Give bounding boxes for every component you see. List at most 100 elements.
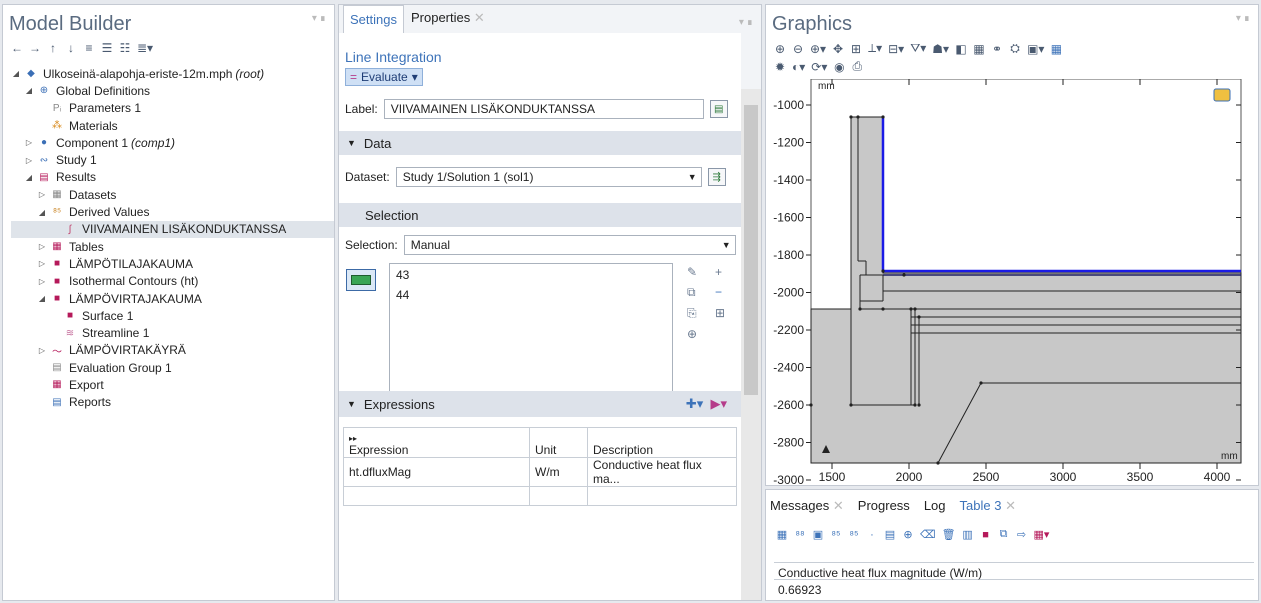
close-icon[interactable]: ✕ bbox=[1005, 498, 1016, 513]
table-icon[interactable]: ▤ bbox=[884, 528, 896, 541]
collapse-icon[interactable]: ☰ bbox=[101, 41, 113, 55]
tree-item[interactable]: ▷ ● Component 1 (comp1) bbox=[11, 134, 334, 151]
unit-cell[interactable]: W/m bbox=[529, 457, 588, 487]
tree-item[interactable]: ◢ ⁸⁵ Derived Values bbox=[11, 203, 334, 220]
zoom-box-icon[interactable]: ⊕▾ bbox=[810, 42, 826, 56]
table-value-cell[interactable]: 0.66923 bbox=[778, 583, 821, 597]
selection-mode-icon[interactable]: ☗▾ bbox=[932, 42, 949, 56]
dataset-select[interactable]: Study 1/Solution 1 (sol1) ▼ bbox=[395, 167, 702, 187]
tab-table-3[interactable]: Table 3 ✕ bbox=[960, 498, 1016, 514]
replace-expression-icon[interactable]: ▶▾ bbox=[710, 396, 727, 411]
view-menu-icon[interactable]: ≣▾ bbox=[137, 41, 153, 55]
light-icon[interactable]: ⛭ bbox=[1009, 41, 1021, 56]
close-icon[interactable]: ✕ bbox=[474, 10, 485, 25]
axis-orientation-icon[interactable]: ⟂▾ bbox=[868, 41, 882, 56]
plot-icon[interactable]: ■ bbox=[980, 529, 992, 541]
tree-item[interactable]: Pᵢ Parameters 1 bbox=[11, 100, 334, 117]
selection-section-header[interactable]: Selection bbox=[339, 203, 741, 227]
panel-pin-icon[interactable]: ▾ ∎ bbox=[312, 13, 326, 24]
expression-cell[interactable]: ht.dfluxMag bbox=[343, 457, 530, 487]
graph-icon[interactable]: ▥ bbox=[962, 528, 974, 541]
data-section-header[interactable]: ▼ Data bbox=[339, 131, 741, 155]
panel-pin-icon[interactable]: ▾ ∎ bbox=[739, 17, 753, 28]
go-to-source-icon[interactable]: ⇶ bbox=[707, 168, 726, 186]
tab-messages[interactable]: Messages ✕ bbox=[770, 498, 844, 514]
global-icon[interactable]: ⊕ bbox=[902, 528, 914, 541]
collapsed-arrow-icon[interactable]: ▷ bbox=[24, 156, 34, 165]
delete-icon[interactable]: 🗑 bbox=[942, 528, 956, 541]
tree-item[interactable]: ▦ Export bbox=[11, 376, 334, 393]
create-selection-icon[interactable]: ⊞ bbox=[715, 306, 735, 321]
show-all-icon[interactable]: ▦ bbox=[973, 42, 985, 56]
select-objects-icon[interactable]: ⛛▾ bbox=[910, 41, 926, 56]
evaluate-button[interactable]: = Evaluate ▾ bbox=[345, 68, 423, 86]
select-box-icon[interactable]: ⊟▾ bbox=[888, 42, 904, 56]
zoom-to-selection-icon[interactable]: ⊕ bbox=[687, 327, 707, 341]
empty-cell[interactable] bbox=[529, 486, 588, 506]
tab-log[interactable]: Log bbox=[924, 498, 946, 514]
description-cell[interactable]: Conductive heat flux ma... bbox=[587, 457, 737, 487]
print-icon[interactable]: ⎙ bbox=[851, 59, 863, 74]
selection-list-item[interactable]: 43 bbox=[396, 268, 666, 288]
expanded-arrow-icon[interactable]: ◢ bbox=[37, 208, 47, 217]
edit-node-icon[interactable]: ▤ bbox=[709, 100, 728, 118]
settings-scrollbar[interactable] bbox=[741, 89, 761, 600]
expanded-arrow-icon[interactable]: ◢ bbox=[24, 173, 34, 182]
collapsed-arrow-icon[interactable]: ▷ bbox=[37, 277, 47, 286]
paste-icon[interactable]: ✎ bbox=[687, 265, 707, 279]
tree-item[interactable]: ▷ 〜 LÄMPÖVIRTAKÄYRÄ bbox=[11, 342, 334, 359]
tree-item[interactable]: ▷ ∾ Study 1 bbox=[11, 151, 334, 168]
table-row[interactable]: ht.dfluxMag W/m Conductive heat flux ma... bbox=[343, 457, 737, 487]
graphics-canvas[interactable]: mmmm-1000-1200-1400-1600-1800-2000-2200-… bbox=[766, 79, 1258, 486]
decimal-notation-icon[interactable]: · bbox=[866, 529, 878, 541]
empty-cell[interactable] bbox=[587, 486, 737, 506]
scrollbar-thumb[interactable] bbox=[744, 105, 758, 395]
tree-item[interactable]: ≋ Streamline 1 bbox=[11, 324, 334, 341]
tab-properties[interactable]: Properties ✕ bbox=[404, 5, 492, 33]
tree-item[interactable]: ∫ VIIVAMAINEN LISÄKONDUKTANSSA bbox=[11, 220, 334, 238]
add-icon[interactable]: + bbox=[715, 265, 735, 279]
tree-item[interactable]: ◢ ⊕ Global Definitions bbox=[11, 82, 334, 99]
expanded-arrow-icon[interactable]: ◢ bbox=[24, 86, 34, 95]
add-expression-icon[interactable]: ✚▾ bbox=[686, 396, 703, 411]
tree-item[interactable]: ⁂ Materials bbox=[11, 117, 334, 134]
active-toggle-button[interactable] bbox=[346, 269, 376, 291]
tree-item[interactable]: ◢ ◆ Ulkoseinä-alapohja-eriste-12m.mph (root… bbox=[11, 65, 334, 82]
grid-toggle-icon[interactable]: ▦ bbox=[1050, 42, 1062, 56]
up-arrow-icon[interactable]: ↑ bbox=[47, 41, 59, 55]
selection-select[interactable]: Manual ▼ bbox=[403, 235, 736, 255]
tree-item[interactable]: ◢ ▤ Results bbox=[11, 169, 334, 186]
zoom-in-icon[interactable]: ⊕ bbox=[774, 42, 786, 56]
back-arrow-icon[interactable]: ← bbox=[11, 41, 23, 55]
expanded-arrow-icon[interactable]: ◢ bbox=[11, 69, 21, 78]
copy-table-icon[interactable]: ⧉ bbox=[998, 528, 1010, 541]
color-icon[interactable]: ◐▾ bbox=[792, 60, 805, 74]
transparency-icon[interactable]: ⚭ bbox=[991, 42, 1003, 56]
tree-item[interactable]: ▷ ▦ Datasets bbox=[11, 186, 334, 203]
automatic-notation-icon[interactable]: ⁸⁸ bbox=[794, 529, 806, 541]
expressions-section-header[interactable]: ▼ Expressions ✚▾ ▶▾ bbox=[339, 391, 741, 417]
tree-item[interactable]: ◢ ■ LÄMPÖVIRTAJAKAUMA bbox=[11, 290, 334, 307]
down-arrow-icon[interactable]: ↓ bbox=[65, 41, 77, 55]
selection-list-item[interactable]: 44 bbox=[396, 288, 666, 308]
hide-icon[interactable]: ◧ bbox=[955, 42, 967, 56]
collapsed-arrow-icon[interactable]: ▷ bbox=[37, 190, 47, 199]
tree-item[interactable]: ■ Surface 1 bbox=[11, 307, 334, 324]
collapsed-arrow-icon[interactable]: ▷ bbox=[37, 242, 47, 251]
collapsed-arrow-icon[interactable]: ▷ bbox=[37, 346, 47, 355]
clear-table-icon[interactable]: ⌫ bbox=[920, 528, 936, 541]
export-table-icon[interactable]: ⇨ bbox=[1016, 528, 1028, 541]
copy-icon[interactable]: ⧉ bbox=[687, 285, 707, 300]
tree-item[interactable]: ▤ Reports bbox=[11, 394, 334, 411]
tree-item[interactable]: ▤ Evaluation Group 1 bbox=[11, 359, 334, 376]
remove-icon[interactable]: − bbox=[715, 285, 735, 300]
forward-arrow-icon[interactable]: → bbox=[29, 41, 41, 55]
zoom-selection-icon[interactable]: ⊞ bbox=[850, 42, 862, 56]
tab-settings[interactable]: Settings bbox=[343, 5, 404, 33]
tree-item[interactable]: ▷ ■ LÄMPÖTILAJAKAUMA bbox=[11, 255, 334, 272]
snapshot-icon[interactable]: ◉ bbox=[833, 60, 845, 74]
scene-light-icon[interactable]: ✹ bbox=[774, 60, 786, 74]
auto-icon[interactable]: ▣ bbox=[812, 528, 824, 541]
tree-item[interactable]: ▷ ■ Isothermal Contours (ht) bbox=[11, 273, 334, 290]
selection-list[interactable]: 43 44 bbox=[389, 263, 673, 403]
